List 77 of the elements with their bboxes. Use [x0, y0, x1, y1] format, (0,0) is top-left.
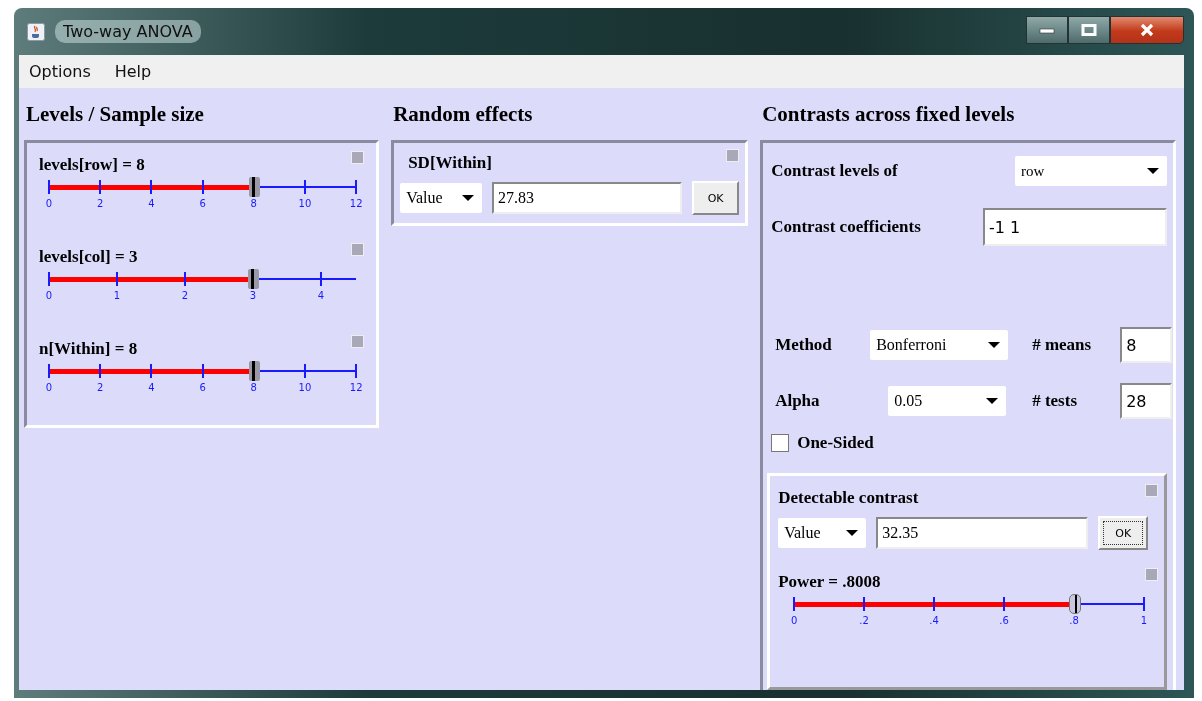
slider-label: levels[col] = 3	[39, 247, 138, 267]
minimize-button[interactable]	[1026, 16, 1068, 44]
section-heading: Contrasts across fixed levels	[761, 100, 1016, 128]
maximize-button[interactable]	[1068, 16, 1110, 44]
panel-title: Detectable contrast	[778, 488, 919, 508]
tick-label: .6	[999, 615, 1009, 626]
dropdown[interactable]: Value	[778, 518, 867, 548]
tick-label: .8	[1069, 615, 1079, 626]
field-label: Contrast coefficients	[771, 217, 921, 237]
tick-label: 10	[298, 382, 312, 393]
tick-label: 6	[199, 382, 206, 393]
close-button[interactable]	[1110, 16, 1184, 44]
caret-icon	[462, 195, 474, 201]
section-heading: Levels / Sample size	[25, 100, 205, 128]
slider-track[interactable]	[49, 177, 357, 197]
field-label: # tests	[1032, 391, 1078, 411]
tick-label: 4	[148, 382, 155, 393]
slider-thumb[interactable]	[1068, 594, 1081, 614]
dropdown[interactable]: row	[1015, 156, 1167, 186]
section-heading: Random effects	[392, 100, 534, 128]
input-field[interactable]: 27.83	[492, 182, 682, 214]
slider-label: Power = .8008	[778, 572, 881, 592]
slider-thumb[interactable]	[248, 177, 260, 197]
tick-label: 6	[199, 198, 206, 209]
menu-item[interactable]: Help	[114, 62, 152, 81]
checkbox-label: One-Sided	[797, 433, 874, 453]
input-field[interactable]: 32.35	[876, 517, 1089, 549]
field-label: Method	[775, 335, 833, 355]
field-label: Contrast levels of	[771, 161, 898, 181]
checkbox[interactable]	[771, 434, 790, 452]
caret-icon	[846, 530, 859, 536]
tick-label: .2	[859, 615, 869, 626]
tick-label: .4	[929, 615, 939, 626]
tick-label: 4	[148, 198, 155, 209]
tick-label: 0	[45, 198, 53, 209]
ok-button[interactable]: OK	[1098, 516, 1149, 550]
tick-label: 0	[45, 290, 53, 301]
tick-label: 1	[113, 290, 121, 301]
tick-label: 2	[181, 290, 189, 301]
dropdown[interactable]: Value	[400, 183, 482, 213]
tick-label: 0	[45, 382, 53, 393]
tick-label: 4	[317, 290, 324, 301]
slider-track[interactable]	[794, 594, 1144, 614]
caret-icon	[988, 342, 1001, 348]
dropdown[interactable]: 0.05	[888, 386, 1007, 416]
close-icon	[1139, 23, 1155, 37]
window-title: Two-way ANOVA	[55, 20, 201, 43]
minimize-icon	[1039, 26, 1055, 34]
slider-label: levels[row] = 8	[39, 155, 145, 175]
slider-track[interactable]	[49, 269, 357, 289]
dropdown[interactable]: Bonferroni	[870, 330, 1009, 360]
slider-thumb[interactable]	[248, 269, 260, 289]
input-field[interactable]: 8	[1120, 327, 1173, 363]
panel-title: SD[Within]	[408, 153, 492, 173]
ok-button[interactable]: OK	[692, 181, 740, 215]
tick-label: 3	[249, 290, 257, 301]
tick-label: 2	[97, 198, 104, 209]
tick-label: 2	[97, 382, 104, 393]
maximize-icon	[1081, 24, 1097, 36]
caret-icon	[986, 398, 999, 404]
tick-label: 1	[1140, 615, 1148, 626]
slider-track[interactable]	[49, 361, 357, 381]
cup-icon	[27, 22, 45, 41]
slider-label: n[Within] = 8	[39, 339, 138, 359]
tick-label: 8	[250, 382, 257, 393]
input-field[interactable]: -1 1	[983, 208, 1167, 246]
tick-label: 0	[790, 615, 798, 626]
tick-label: 10	[298, 198, 312, 209]
menu-item[interactable]: Options	[29, 62, 91, 81]
input-field[interactable]: 28	[1120, 383, 1173, 419]
field-label: Alpha	[775, 391, 821, 411]
tick-label: 12	[349, 382, 363, 393]
field-label: # means	[1032, 335, 1093, 355]
tick-label: 12	[349, 198, 363, 209]
caret-icon	[1147, 168, 1159, 174]
slider-thumb[interactable]	[248, 361, 260, 381]
tick-label: 8	[250, 198, 257, 209]
